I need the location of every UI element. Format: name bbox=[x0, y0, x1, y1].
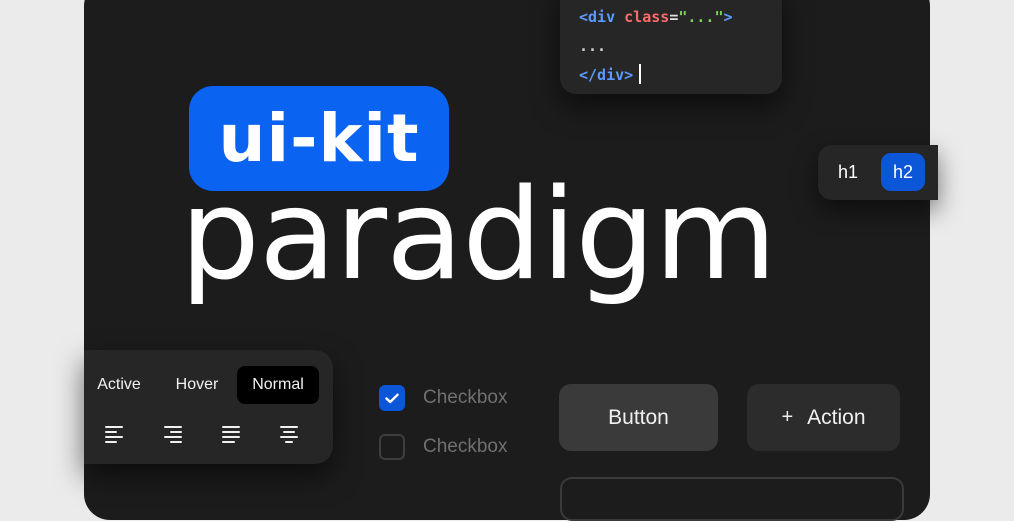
checkmark-icon bbox=[385, 393, 399, 403]
action-button[interactable]: + Action bbox=[747, 384, 900, 451]
checkbox-row-unchecked[interactable]: Checkbox bbox=[379, 433, 508, 461]
text-caret bbox=[639, 64, 642, 84]
code-snippet-panel: <div class="..."> ... </div> bbox=[560, 0, 782, 94]
code-tag-close: > bbox=[723, 8, 733, 26]
state-active-tab[interactable]: Active bbox=[88, 366, 150, 404]
plus-icon: + bbox=[781, 406, 794, 428]
align-center-icon[interactable] bbox=[280, 426, 298, 443]
checkbox-checked[interactable] bbox=[379, 385, 405, 411]
heading-h2-button[interactable]: h2 bbox=[881, 153, 925, 191]
checkbox-row-checked[interactable]: Checkbox bbox=[379, 384, 508, 412]
states-panel: Active Hover Normal bbox=[84, 350, 333, 464]
align-left-icon[interactable] bbox=[105, 426, 123, 443]
primary-button[interactable]: Button bbox=[559, 384, 718, 451]
heading-h1-button[interactable]: h1 bbox=[826, 153, 870, 191]
action-button-label: Action bbox=[807, 405, 866, 429]
code-open-tag: <div bbox=[579, 8, 616, 26]
code-close-tag: </div> bbox=[579, 66, 634, 84]
text-input[interactable] bbox=[560, 477, 904, 521]
code-line-ellipsis: ... bbox=[579, 37, 607, 55]
align-right-icon[interactable] bbox=[164, 426, 182, 443]
align-justify-icon[interactable] bbox=[222, 426, 240, 443]
code-equals: = bbox=[669, 8, 679, 26]
code-string: "..." bbox=[678, 8, 724, 26]
brand-title: paradigm bbox=[180, 161, 777, 308]
code-line-open: <div class="..."> bbox=[579, 3, 782, 32]
heading-level-toggle: h1 h2 bbox=[818, 145, 938, 200]
state-normal-tab[interactable]: Normal bbox=[237, 366, 319, 404]
checkbox-unchecked[interactable] bbox=[379, 434, 405, 460]
checkbox-label: Checkbox bbox=[423, 436, 508, 457]
code-line-close: </div> bbox=[579, 61, 782, 90]
checkbox-label: Checkbox bbox=[423, 387, 508, 408]
code-attribute: class bbox=[615, 8, 670, 26]
state-hover-tab[interactable]: Hover bbox=[166, 366, 228, 404]
